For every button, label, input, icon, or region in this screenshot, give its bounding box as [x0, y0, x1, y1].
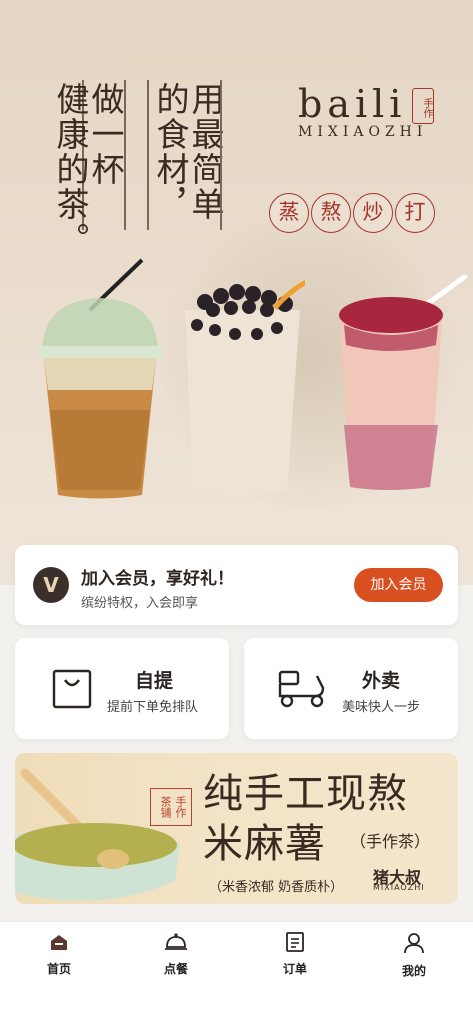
user-icon — [404, 933, 424, 954]
tag-steam: 蒸 — [269, 193, 309, 233]
mochi-bowl-image — [15, 768, 180, 901]
nav-order-food[interactable]: 点餐 — [136, 932, 216, 977]
divider-line — [220, 80, 222, 230]
membership-subtitle: 缤纷特权，入会即享 — [81, 596, 199, 611]
pickup-title: 自提 — [135, 670, 174, 692]
nav-home-label: 首页 — [46, 962, 71, 976]
cloche-icon — [165, 933, 187, 950]
hero-banner: 健康的茶。 做一杯 的食材， 用最简单 baili 手作 MIXIAOZHI 蒸… — [0, 0, 473, 585]
banner-title-suffix: （手作茶） — [350, 832, 431, 851]
divider-line — [124, 80, 126, 230]
nav-profile-label: 我的 — [401, 964, 426, 978]
iced-coffee-image — [38, 258, 162, 499]
nav-orders-label: 订单 — [282, 962, 307, 976]
tag-blend: 打 — [395, 193, 435, 233]
process-tags: 蒸 熬 炒 打 — [269, 193, 435, 233]
delivery-option-card[interactable]: 外卖 美味快人一步 — [244, 638, 458, 739]
bottom-navigation: 首页 点餐 订单 我的 — [0, 921, 473, 1024]
banner-brand-subtitle: MIXIAOZHI — [373, 883, 425, 892]
nav-order-food-label: 点餐 — [163, 962, 188, 976]
banner-title-line2: 米麻薯 — [203, 821, 326, 867]
nav-profile[interactable]: 我的 — [374, 932, 454, 979]
slogan-column-3: 的食材， — [151, 82, 190, 222]
home-icon — [51, 935, 67, 950]
pickup-option-card[interactable]: 自提 提前下单免排队 — [15, 638, 229, 739]
slogan-column-2: 做一杯 — [86, 82, 125, 187]
shopping-bag-icon — [52, 669, 92, 709]
red-bean-milk-tea-image — [339, 275, 467, 490]
vip-badge-icon: V — [33, 567, 69, 603]
tag-roast: 炒 — [353, 193, 393, 233]
tag-boil: 熬 — [311, 193, 351, 233]
brand-logo-text: baili — [298, 82, 407, 126]
promo-banner[interactable]: 手作茶铺 纯手工现熬 米麻薯 （手作茶） （米香浓郁 奶香质朴） 猪大叔 MIX… — [15, 753, 458, 904]
slogan-column-1: 健康的茶。 — [51, 82, 90, 257]
scooter-icon — [278, 670, 325, 708]
handmade-seal: 手作茶铺 — [150, 788, 192, 826]
membership-title: 加入会员，享好礼！ — [81, 569, 234, 589]
order-list-icon — [286, 932, 304, 952]
pickup-subtitle: 提前下单免排队 — [107, 700, 199, 715]
nav-orders[interactable]: 订单 — [255, 932, 335, 977]
join-membership-button[interactable]: 加入会员 — [354, 568, 443, 602]
brand-subtitle: MIXIAOZHI — [298, 124, 428, 140]
delivery-subtitle: 美味快人一步 — [342, 700, 421, 715]
membership-card[interactable]: V 加入会员，享好礼！ 缤纷特权，入会即享 加入会员 — [15, 545, 458, 625]
delivery-title: 外卖 — [362, 670, 401, 692]
divider-line — [147, 80, 149, 230]
app-screen: 健康的茶。 做一杯 的食材， 用最简单 baili 手作 MIXIAOZHI 蒸… — [0, 0, 473, 1024]
boba-milk-tea-image — [185, 280, 305, 495]
banner-description: （米香浓郁 奶香质朴） — [209, 880, 344, 895]
brand-seal: 手作 — [412, 88, 434, 124]
slogan-column-4: 用最简单 — [186, 82, 225, 222]
nav-home[interactable]: 首页 — [19, 932, 99, 977]
